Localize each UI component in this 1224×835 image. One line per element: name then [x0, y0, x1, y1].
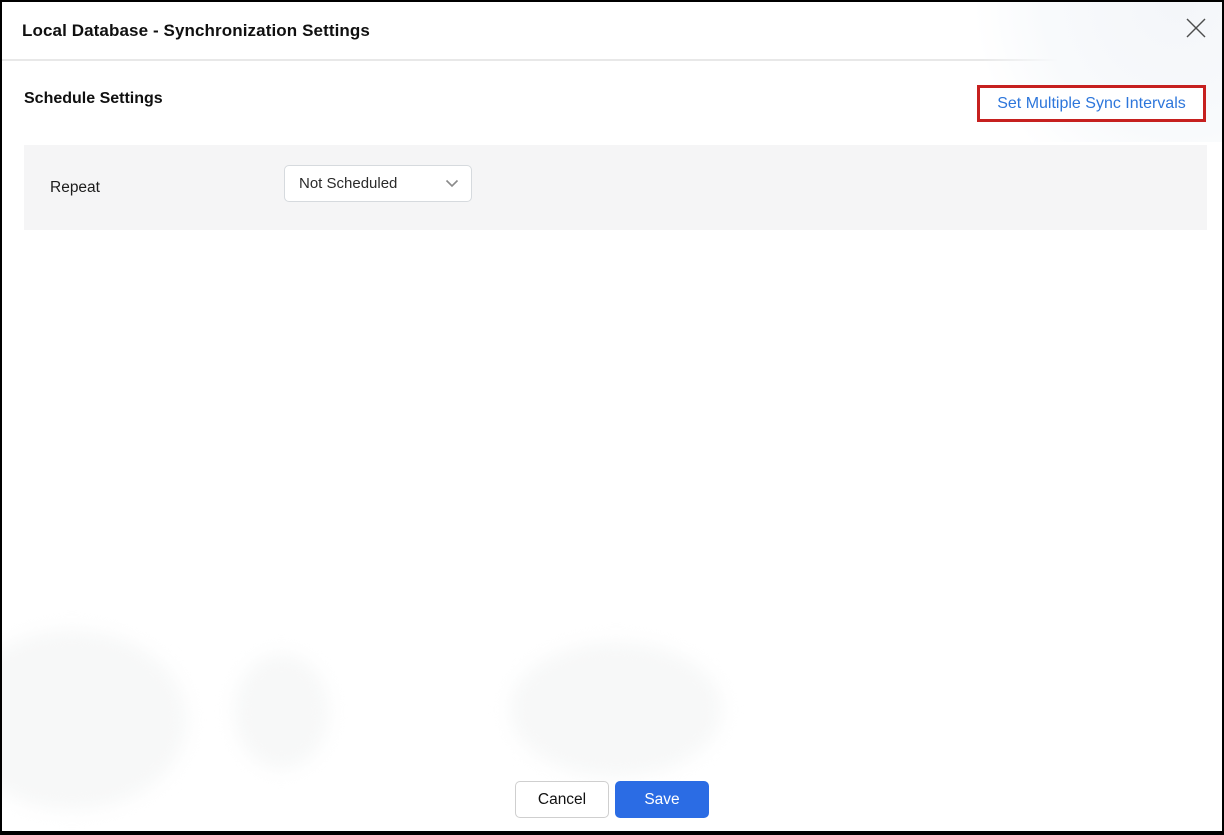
chevron-down-icon [445, 175, 459, 193]
close-icon [1184, 16, 1208, 43]
dialog-footer: Cancel Save [2, 781, 1222, 818]
repeat-dropdown-value: Not Scheduled [299, 175, 397, 192]
set-multiple-sync-intervals-link[interactable]: Set Multiple Sync Intervals [997, 95, 1186, 113]
schedule-settings-heading: Schedule Settings [24, 90, 163, 108]
cancel-button[interactable]: Cancel [515, 781, 609, 818]
sync-intervals-highlight-box: Set Multiple Sync Intervals [977, 85, 1206, 122]
repeat-dropdown[interactable]: Not Scheduled [284, 165, 472, 202]
close-button[interactable] [1182, 15, 1210, 43]
save-button[interactable]: Save [615, 781, 709, 818]
dialog-header: Local Database - Synchronization Setting… [2, 2, 1222, 61]
repeat-label: Repeat [50, 145, 100, 230]
repeat-setting-row: Repeat Not Scheduled [24, 145, 1207, 230]
dialog-title: Local Database - Synchronization Setting… [22, 2, 370, 59]
watermark-blob [510, 642, 722, 777]
watermark-blob [234, 654, 329, 769]
sync-settings-dialog: Local Database - Synchronization Setting… [0, 0, 1224, 835]
